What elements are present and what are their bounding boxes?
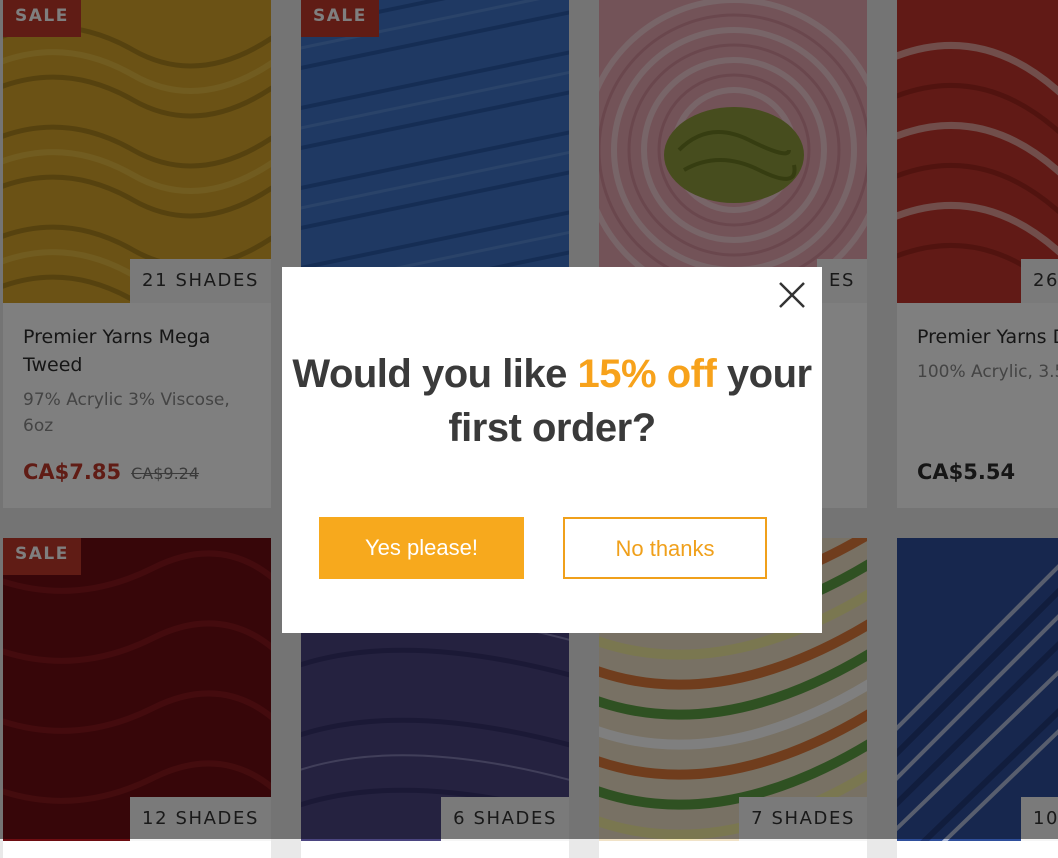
headline-suffix-line1: your (716, 352, 812, 396)
discount-highlight: 15% off (577, 352, 717, 396)
headline-prefix: Would you like (292, 352, 578, 396)
modal-headline: Would you like 15% off your first order? (282, 347, 822, 455)
yes-please-button[interactable]: Yes please! (319, 517, 524, 579)
headline-suffix: first order? (448, 406, 656, 450)
no-thanks-button[interactable]: No thanks (563, 517, 767, 579)
close-icon[interactable] (776, 279, 808, 311)
discount-modal: Would you like 15% off your first order? … (282, 267, 822, 633)
